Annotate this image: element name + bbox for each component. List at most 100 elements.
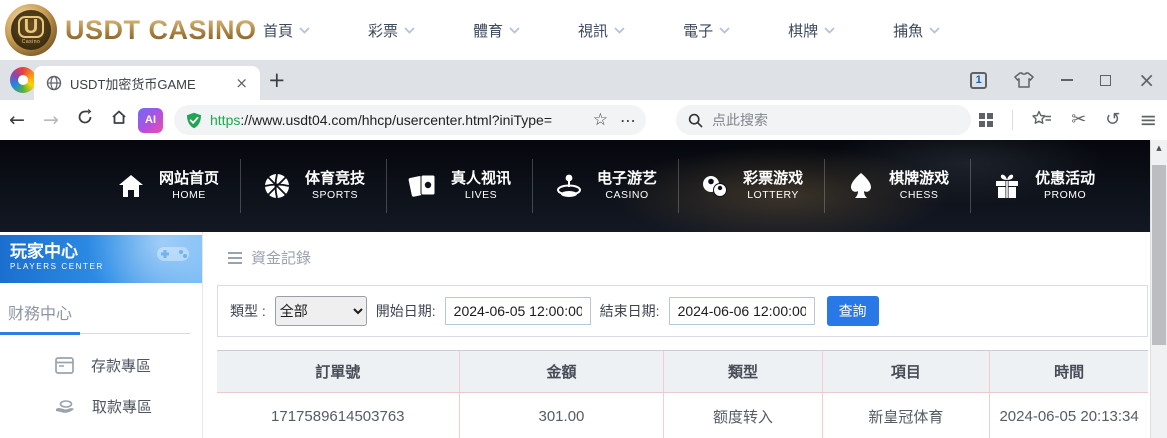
section-underline bbox=[0, 332, 190, 335]
coin-letter: U bbox=[17, 15, 45, 38]
type-label: 類型 : bbox=[230, 303, 266, 319]
more-actions-icon[interactable]: ⋯ bbox=[620, 111, 636, 130]
nav-chess[interactable]: 棋牌游戏 CHESS bbox=[824, 159, 970, 213]
table-row: 1717589614503763 301.00 额度转入 新皇冠体育 2024-… bbox=[217, 392, 1148, 438]
site-nav-label: 彩票 bbox=[368, 22, 399, 40]
scroll-up-arrow-icon[interactable]: ▲ bbox=[1151, 140, 1167, 156]
site-nav-lottery[interactable]: 彩票 bbox=[368, 20, 415, 41]
url-rest: ://www.usdt04.com/hhcp/usercenter.html?i… bbox=[240, 112, 553, 128]
gamepad-icon bbox=[156, 243, 190, 270]
site-nav-label: 捕魚 bbox=[893, 22, 924, 40]
chevron-down-icon bbox=[404, 26, 415, 34]
nav-casino[interactable]: 电子游艺 CASINO bbox=[532, 159, 678, 213]
nav-label-zh: 网站首页 bbox=[159, 170, 220, 188]
site-nav-video[interactable]: 視訊 bbox=[578, 20, 625, 41]
site-nav-label: 體育 bbox=[473, 22, 504, 40]
nav-lottery[interactable]: 彩票游戏 LOTTERY bbox=[678, 159, 824, 213]
brand: U Casino USDT CASINO bbox=[5, 4, 257, 56]
site-nav-fishing[interactable]: 捕魚 bbox=[893, 20, 940, 41]
ai-assistant-button[interactable]: AI bbox=[138, 107, 163, 133]
minimize-button[interactable] bbox=[1061, 79, 1074, 81]
reload-button[interactable] bbox=[68, 108, 102, 132]
brand-name: USDT CASINO bbox=[65, 14, 257, 45]
page-scrollbar[interactable]: ▲ bbox=[1150, 140, 1167, 438]
page-title-text: 資金記錄 bbox=[251, 250, 312, 267]
chevron-down-icon bbox=[719, 26, 730, 34]
underline-rest bbox=[80, 333, 190, 334]
toolbar-right: ✂ ↺ ≡ bbox=[979, 100, 1157, 140]
chevron-down-icon bbox=[614, 26, 625, 34]
content-area: 玩家中心 PLAYERS CENTER 财務中心 存款專區 取款專區 資金記錄 … bbox=[0, 232, 1150, 438]
coin-caption: Casino bbox=[21, 38, 41, 45]
chevron-down-icon bbox=[299, 26, 310, 34]
finance-center-label: 财務中心 bbox=[8, 306, 73, 323]
end-date-input[interactable] bbox=[668, 297, 815, 325]
type-select[interactable]: 全部 bbox=[274, 296, 367, 326]
players-center-header: 玩家中心 PLAYERS CENTER bbox=[0, 235, 202, 283]
nav-lives[interactable]: 真人视讯 LIVES bbox=[386, 159, 532, 213]
sidebar-item-withdraw[interactable]: 取款專區 bbox=[0, 386, 202, 427]
site-nav-label: 首頁 bbox=[263, 22, 294, 40]
cell-amount: 301.00 bbox=[458, 392, 664, 438]
nav-label-zh: 棋牌游戏 bbox=[889, 170, 950, 188]
nav-sports[interactable]: 体育竞技 SPORTS bbox=[240, 159, 386, 213]
tab-close-icon[interactable]: × bbox=[231, 74, 252, 92]
sidebar-item-deposit[interactable]: 存款專區 bbox=[0, 345, 202, 386]
browser-menu-icon[interactable]: ≡ bbox=[1139, 109, 1157, 131]
site-nav-label: 電子 bbox=[683, 22, 714, 40]
nav-label-en: SPORTS bbox=[312, 188, 359, 201]
toolbar-divider bbox=[1012, 110, 1014, 130]
nav-promo[interactable]: 优惠活动 PROMO bbox=[970, 159, 1116, 213]
site-nav-electronic[interactable]: 電子 bbox=[683, 20, 730, 41]
basketball-icon bbox=[262, 171, 292, 201]
home-icon bbox=[116, 171, 146, 201]
window-close-button[interactable]: × bbox=[1138, 70, 1155, 90]
forward-button[interactable]: → bbox=[34, 109, 68, 131]
query-button[interactable]: 查詢 bbox=[826, 296, 879, 326]
tab-count-badge[interactable]: 1 bbox=[970, 71, 988, 89]
cell-item: 新皇冠体育 bbox=[821, 392, 990, 438]
cell-time: 2024-06-05 20:13:34 bbox=[989, 392, 1148, 438]
new-tab-button[interactable]: + bbox=[268, 68, 286, 92]
main-panel: 資金記錄 類型 : 全部 開始日期: 結束日期: 查詢 bbox=[203, 232, 1150, 438]
screenshot-scissors-icon[interactable]: ✂ bbox=[1071, 111, 1086, 129]
search-input[interactable] bbox=[712, 112, 959, 128]
nav-label-en: CASINO bbox=[605, 188, 649, 201]
bookmark-star-icon[interactable]: ☆ bbox=[593, 110, 608, 130]
theme-tshirt-icon[interactable] bbox=[1014, 72, 1034, 88]
nav-home[interactable]: 网站首页 HOME bbox=[95, 159, 240, 213]
nav-label-en: CHESS bbox=[899, 188, 939, 201]
nav-label-zh: 电子游艺 bbox=[597, 170, 658, 188]
nav-label-zh: 真人视讯 bbox=[451, 170, 512, 188]
undo-restore-icon[interactable]: ↺ bbox=[1105, 111, 1120, 129]
sidebar-item-recharge-record[interactable]: 充值記錄 bbox=[0, 427, 202, 438]
col-order-no: 訂單號 bbox=[217, 350, 460, 393]
url-field[interactable]: https://www.usdt04.com/hhcp/usercenter.h… bbox=[174, 105, 646, 135]
site-nav-home[interactable]: 首頁 bbox=[263, 20, 310, 41]
site-nav-sports[interactable]: 體育 bbox=[473, 20, 520, 41]
chevron-down-icon bbox=[929, 26, 940, 34]
start-date-input[interactable] bbox=[444, 297, 591, 325]
nav-label-zh: 彩票游戏 bbox=[743, 170, 804, 188]
gift-icon bbox=[992, 171, 1022, 201]
browser-tab[interactable]: USDT加密货币GAME × bbox=[34, 66, 260, 100]
col-type: 類型 bbox=[663, 350, 823, 393]
page-area: 网站首页 HOME 体育竞技 SPORTS 真人视讯 LIVES 电子游艺 CA… bbox=[0, 140, 1150, 438]
reload-icon bbox=[78, 108, 92, 124]
url-text: https://www.usdt04.com/hhcp/usercenter.h… bbox=[210, 112, 585, 128]
scrollbar-thumb[interactable] bbox=[1152, 165, 1166, 345]
sidebar-item-label: 存款專區 bbox=[91, 358, 152, 375]
site-nav-chess[interactable]: 棋牌 bbox=[788, 20, 835, 41]
browser-logo-icon[interactable] bbox=[10, 67, 36, 93]
home-button[interactable] bbox=[102, 108, 136, 132]
playing-cards-icon bbox=[408, 171, 438, 201]
nav-text: 体育竞技 SPORTS bbox=[305, 170, 365, 202]
maximize-button[interactable] bbox=[1100, 74, 1112, 86]
nav-label-en: LIVES bbox=[464, 188, 498, 201]
back-button[interactable]: ← bbox=[0, 109, 34, 131]
browser-address-bar: ← → AI https://www.usdt04.com/hhcp/userc… bbox=[0, 100, 1167, 140]
nav-label-zh: 优惠活动 bbox=[1035, 170, 1096, 188]
favorites-icon[interactable] bbox=[1032, 110, 1052, 131]
search-box[interactable] bbox=[676, 105, 971, 135]
apps-grid-icon[interactable] bbox=[979, 113, 994, 127]
